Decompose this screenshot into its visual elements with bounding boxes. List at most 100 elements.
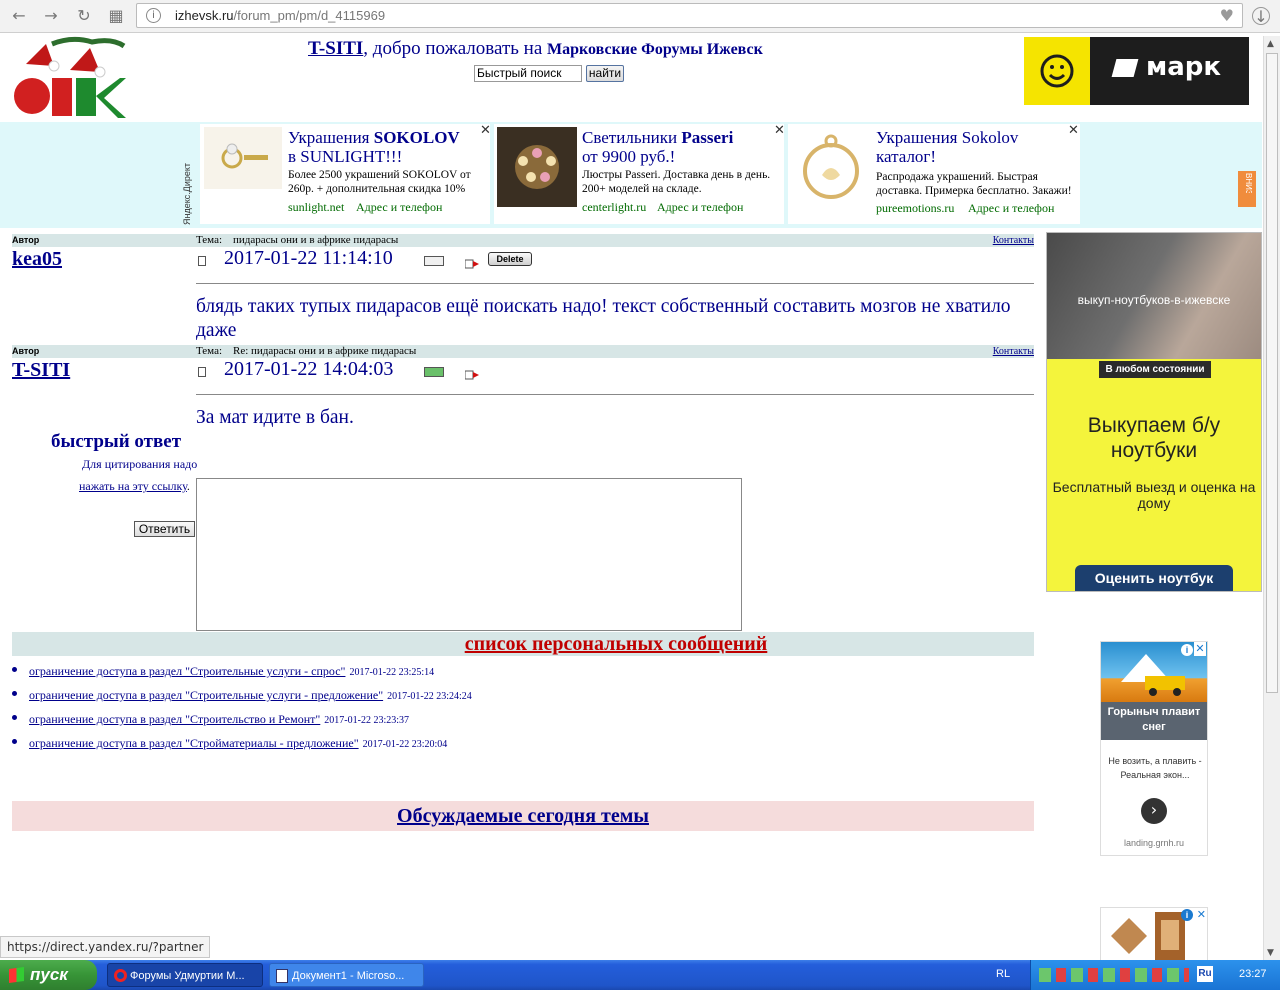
post-date: 2017-01-22 14:04:03 [224,358,394,380]
info-icon[interactable]: i [1181,909,1193,921]
close-icon[interactable]: ✕ [1194,642,1206,656]
ad-subtext: Бесплатный выезд и оценка на дому [1052,479,1256,511]
divider [196,394,1034,395]
pm-date: 2017-01-22 23:20:04 [362,739,448,750]
heart-icon[interactable]: ♥ [1220,6,1234,25]
back-icon[interactable]: ← [10,7,28,25]
reply-mail-icon[interactable] [424,367,444,377]
page-scrollbar[interactable]: ▲ ▼ [1263,36,1280,961]
scroll-thumb[interactable] [1266,53,1278,693]
quick-reply-title: быстрый ответ [51,431,182,452]
apps-icon[interactable]: ▦ [107,7,125,25]
ad-image[interactable] [204,127,282,189]
scroll-down-icon[interactable]: ▼ [1267,948,1274,958]
welcome-text: , добро пожаловать на [363,38,548,59]
ad-title[interactable]: Украшения Sokolov каталог! [876,128,1018,166]
forward-icon[interactable]: → [42,7,60,25]
pm-list-title[interactable]: список персональных сообщений [279,633,768,655]
reply-mail-icon[interactable] [424,256,444,266]
taskbar-task[interactable]: Документ1 - Microso... [269,963,424,987]
divider [196,283,1034,284]
delete-button[interactable]: Delete [488,252,532,266]
reply-textarea[interactable] [196,478,742,631]
laptop-buyback-ad[interactable]: выкуп-ноутбуков-в-ижевске В любом состоя… [1046,232,1262,592]
author-link[interactable]: kea05 [12,248,62,271]
list-item: ограничение доступа в раздел "Строительн… [12,688,472,703]
info-icon[interactable]: i [1181,644,1193,656]
document-icon[interactable] [198,367,206,377]
smiley-icon [1024,37,1090,105]
forward-icon[interactable] [464,367,479,380]
snow-melter-ad[interactable]: i ✕ Горыныч плавит снег Не возить, а пла… [1100,641,1208,856]
ad-headline: Выкупаем б/у ноутбуки [1087,414,1221,462]
ru-keyboard-icon[interactable]: Ru [1197,966,1213,982]
address-bar[interactable]: i izhevsk.ru/forum_pm/pm/d_4115969 ♥ [136,3,1243,28]
search-input[interactable]: Быстрый поиск [474,65,582,82]
ad-title[interactable]: Украшения SOKOLOV в SUNLIGHT!!! [288,128,460,166]
contacts-link[interactable]: Контакты [993,346,1034,357]
today-topics-link[interactable]: Обсуждаемые сегодня темы [397,805,649,827]
forward-icon[interactable] [464,256,479,269]
ad-domain[interactable]: landing.grnh.ru [1101,838,1207,848]
pm-link[interactable]: ограничение доступа в раздел "Строительн… [29,688,383,702]
taskbar-task[interactable]: Форумы Удмуртии М... [107,963,263,987]
ad-headline: Горыныч плавит снег [1101,702,1207,740]
pm-date: 2017-01-22 23:23:37 [324,715,410,726]
ad-text: Люстры Passeri. Доставка день в день. 20… [582,169,771,195]
ad-brand: марк [1146,52,1222,82]
ad-text: Более 2500 украшений SOKOLOV от 260р. + … [288,169,471,195]
windows-logo-icon [9,966,24,984]
document-icon[interactable] [198,256,206,266]
mark-banner-ad[interactable]: марк [1024,37,1249,105]
pm-link[interactable]: ограничение доступа в раздел "Строительн… [29,664,345,678]
search-button[interactable]: найти [586,65,624,82]
download-icon[interactable]: ↓ [1252,7,1270,26]
close-icon[interactable]: ✕ [774,123,785,138]
chevron-right-icon[interactable]: › [1141,798,1167,824]
mark-logo-icon [1111,59,1139,77]
ad-badge: В любом состоянии [1099,361,1211,378]
language-indicator[interactable]: RL [996,968,1010,980]
close-icon[interactable]: ✕ [480,123,491,138]
url-text: izhevsk.ru/forum_pm/pm/d_4115969 [175,8,386,23]
scroll-up-icon[interactable]: ▲ [1267,39,1274,49]
clock[interactable]: 23:27 [1239,968,1267,980]
pm-link[interactable]: ограничение доступа в раздел "Строительс… [29,712,320,726]
evaluate-laptop-button[interactable]: Оценить ноутбук [1075,565,1233,591]
word-icon [276,969,288,983]
ad-image[interactable] [792,127,870,207]
tray-icons[interactable] [1039,968,1189,982]
topic-label: Тема: [196,234,223,246]
topic-title: Re: пидарасы они и в африке пидарасы [233,345,417,357]
sauna-ad[interactable]: i ✕ [1100,907,1208,961]
status-bar: https://direct.yandex.ru/?partner [0,936,211,958]
author-link[interactable]: T-SITI [12,359,70,382]
close-icon[interactable]: ✕ [1197,908,1206,921]
browser-toolbar: ← → ↻ ▦ i izhevsk.ru/forum_pm/pm/d_41159… [0,0,1280,33]
ad-contact-link[interactable]: Адрес и телефон [968,201,1054,216]
scroll-down-button[interactable]: ВНИЗ [1238,171,1256,207]
reload-icon[interactable]: ↻ [75,7,93,25]
author-label: Автор [12,346,40,356]
user-link[interactable]: T-SITI [308,38,363,59]
ad-domain[interactable]: sunlight.net [288,200,344,215]
ad-domain[interactable]: centerlight.ru [582,200,646,215]
list-item: ограничение доступа в раздел "Стройматер… [12,736,447,751]
windows-taskbar: пуск Форумы Удмуртии М... Документ1 - Mi… [0,960,1280,990]
ad-photo-text: выкуп-ноутбуков-в-ижевске [1077,293,1231,307]
pm-link[interactable]: ограничение доступа в раздел "Стройматер… [29,736,359,750]
info-icon[interactable]: i [146,8,161,23]
ad-domain[interactable]: pureemotions.ru [876,201,954,216]
opera-icon [114,969,127,982]
reply-button[interactable]: Ответить [134,521,195,537]
ad-title[interactable]: Светильники Passeri от 9900 руб.! [582,128,733,166]
ad-contact-link[interactable]: Адрес и телефон [657,200,743,215]
ad-image[interactable] [497,127,577,207]
ad-contact-link[interactable]: Адрес и телефон [356,200,442,215]
start-button[interactable]: пуск [0,960,97,990]
close-icon[interactable]: ✕ [1068,123,1079,138]
ad-text: Не возить, а плавить - Реальная экон... [1108,756,1202,780]
site-logo[interactable] [12,36,128,120]
quote-link[interactable]: нажать на эту ссылку [79,479,187,493]
contacts-link[interactable]: Контакты [993,235,1034,246]
